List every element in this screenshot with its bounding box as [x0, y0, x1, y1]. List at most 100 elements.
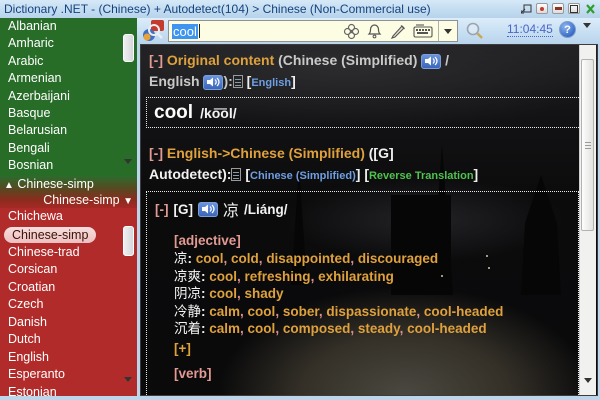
language-list-item[interactable]: Estonian	[0, 384, 137, 397]
maximize-button[interactable]	[568, 3, 580, 14]
target-language-list: ChichewaChinese-simpChinese-tradCorsican…	[0, 208, 137, 396]
minimize-icon	[555, 7, 562, 10]
record-dot-button[interactable]	[536, 3, 548, 14]
clock-time[interactable]: 11:04:45	[507, 23, 553, 37]
part-of-speech: [adjective]	[174, 232, 576, 250]
language-list-item[interactable]: Armenian	[0, 70, 137, 87]
translation-word[interactable]: exhilarating	[318, 269, 394, 284]
language-list-item[interactable]: English	[0, 349, 137, 367]
definition-row: 阴凉: cool, shady	[174, 285, 576, 303]
down-triangle-icon: ▼	[123, 196, 133, 207]
chinese-term: 凉爽	[174, 269, 201, 284]
pronunciation: /ko͞ol/	[200, 105, 237, 121]
translation-word[interactable]: dispassionate	[326, 304, 416, 319]
minimize-button[interactable]	[552, 3, 564, 14]
chinese-term: 冷静	[174, 304, 201, 319]
translation-word[interactable]: cool-headed	[407, 321, 487, 336]
section-title: English->Chinese (Simplified)	[167, 145, 365, 161]
search-input[interactable]: cool	[168, 20, 458, 42]
language-list-item[interactable]: Croatian	[0, 279, 137, 297]
language-list-item[interactable]: Bengali	[0, 140, 137, 157]
keyboard-icon[interactable]	[413, 24, 433, 38]
scroll-down-icon[interactable]	[584, 378, 592, 396]
translation-word[interactable]: steady	[358, 321, 400, 336]
language-list-item[interactable]: Chinese-trad	[0, 244, 137, 262]
collapse-toggle[interactable]: [-]	[149, 145, 163, 161]
translation-word[interactable]: refreshing	[245, 269, 311, 284]
copy-text-icon[interactable]	[233, 75, 243, 88]
headword-box: cool /ko͞ol/	[146, 97, 581, 128]
language-list-item[interactable]: Arabic	[0, 53, 137, 70]
language-list-item[interactable]: Belarusian	[0, 122, 137, 139]
chinese-term: 沉着	[174, 321, 201, 336]
flower-icon[interactable]	[343, 23, 360, 40]
source-language-selected[interactable]: ▲ Chinese-simp	[0, 176, 137, 192]
section-translation-header: [-] English->Chinese (Simplified) ([G] A…	[149, 143, 593, 187]
language-list-item[interactable]: Chinese-simp	[4, 227, 96, 243]
window-title: Dictionary .NET - (Chinese) + Autodetect…	[4, 2, 431, 16]
record-dot-icon	[540, 7, 544, 11]
translation-word[interactable]: cool	[248, 304, 276, 319]
translation-entry-box: [-] [G] 凉 /Liáng/ [adjective] 凉: cool, c…	[146, 191, 579, 396]
results-pane: [-] Original content (Chinese (Simplifie…	[140, 44, 598, 396]
source-list-scrollbar[interactable]	[121, 18, 136, 176]
scrollbar-thumb[interactable]	[581, 59, 594, 231]
bell-icon[interactable]	[367, 23, 382, 39]
definition-row: 凉爽: cool, refreshing, exhilarating	[174, 268, 576, 286]
definition-row: 凉: cool, cold, disappointed, discouraged	[174, 250, 576, 268]
translation-word[interactable]: calm	[209, 304, 240, 319]
help-button[interactable]: ?	[559, 21, 576, 38]
collapse-toggle[interactable]: [-]	[155, 202, 169, 217]
pencil-icon[interactable]	[389, 23, 406, 39]
text-caret	[199, 24, 200, 38]
collapse-toggle[interactable]: [-]	[149, 52, 163, 68]
language-list-item[interactable]: Azerbaijani	[0, 88, 137, 105]
language-list-item[interactable]: Czech	[0, 296, 137, 314]
results-scrollbar[interactable]	[579, 45, 596, 395]
speaker-icon[interactable]	[203, 75, 223, 90]
maximize-icon	[570, 5, 578, 13]
language-list-item[interactable]: Chichewa	[0, 208, 137, 226]
language-list-item[interactable]: Corsican	[0, 261, 137, 279]
translation-word[interactable]: cool	[209, 269, 237, 284]
translation-word[interactable]: cool-headed	[424, 304, 504, 319]
translation-word[interactable]: cool	[196, 251, 224, 266]
language-list-item[interactable]: Albanian	[0, 18, 137, 35]
speaker-icon[interactable]	[198, 202, 218, 217]
language-link[interactable]: Chinese (Simplified)	[250, 170, 356, 182]
language-list-item[interactable]: Amharic	[0, 35, 137, 52]
target-language-selected[interactable]: Chinese-simp ▼	[0, 192, 137, 208]
translation-word[interactable]: cool	[248, 321, 276, 336]
translation-word[interactable]: composed	[283, 321, 351, 336]
language-link[interactable]: English	[251, 77, 291, 89]
translation-word[interactable]: cold	[231, 251, 259, 266]
language-list-item[interactable]: Esperanto	[0, 366, 137, 384]
language-list-item[interactable]: Danish	[0, 314, 137, 332]
target-list-scrollbar[interactable]	[121, 208, 136, 396]
part-of-speech: [verb]	[174, 365, 576, 383]
search-dropdown-button[interactable]	[438, 21, 457, 41]
reverse-translation-link[interactable]: Reverse Translation	[369, 170, 474, 182]
pin-window-icon[interactable]	[520, 3, 532, 14]
scrollbar-thumb[interactable]	[123, 34, 134, 62]
toolbar: cool	[137, 18, 600, 44]
translation-word[interactable]: disappointed	[266, 251, 350, 266]
language-list-item[interactable]: Bosnian	[0, 157, 137, 174]
language-pair-header: ▲ Chinese-simp Chinese-simp ▼	[0, 176, 137, 208]
search-button[interactable]	[465, 21, 485, 46]
translation-word[interactable]: discouraged	[358, 251, 438, 266]
copy-text-icon[interactable]	[231, 168, 241, 181]
translation-word[interactable]: cool	[209, 286, 237, 301]
scrollbar-thumb[interactable]	[123, 226, 134, 256]
menu-arrow-icon	[583, 23, 591, 45]
expand-more-toggle[interactable]: [+]	[174, 341, 576, 356]
headword: cool	[154, 103, 193, 123]
language-list-item[interactable]: Basque	[0, 105, 137, 122]
close-button[interactable]	[584, 3, 596, 14]
translation-word[interactable]: calm	[209, 321, 240, 336]
translation-word[interactable]: shady	[245, 286, 284, 301]
translation-word[interactable]: sober	[283, 304, 319, 319]
language-list-item[interactable]: Dutch	[0, 331, 137, 349]
window-border-bottom	[0, 396, 600, 400]
speaker-icon[interactable]	[421, 54, 441, 69]
